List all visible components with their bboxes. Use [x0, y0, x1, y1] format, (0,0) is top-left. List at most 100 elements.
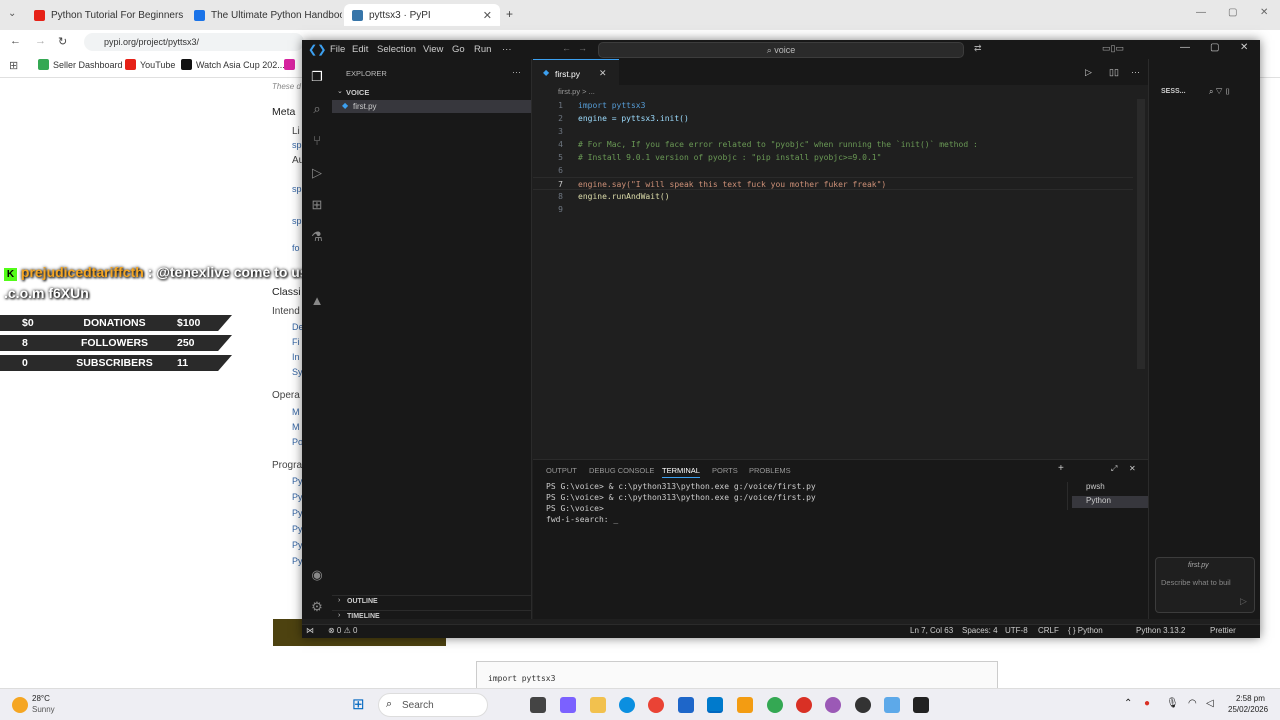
close-panel-icon[interactable]: ✕ [1129, 464, 1136, 473]
file-explorer-icon[interactable] [590, 697, 606, 713]
apps-grid-icon[interactable]: ⊞ [9, 59, 18, 72]
classifier-link[interactable]: M [292, 407, 300, 417]
menu-view[interactable]: View [423, 44, 443, 55]
vscode-taskbar-icon[interactable] [707, 697, 723, 713]
editor-scrollbar[interactable] [1137, 99, 1145, 369]
menu-selection[interactable]: Selection [377, 44, 416, 55]
maximize-panel-icon[interactable]: ⤢ [1111, 464, 1117, 474]
maximize-icon[interactable]: ▢ [1210, 42, 1219, 53]
source-control-icon[interactable]: ⑂ [309, 133, 325, 149]
browser-tab-python-tutorial[interactable]: Python Tutorial For Beginners i... ✕ [26, 4, 186, 26]
terminal-icon[interactable] [913, 697, 929, 713]
send-icon[interactable]: ▷ [1240, 596, 1247, 607]
command-center[interactable]: ⌕ voice [598, 42, 964, 58]
taskbar-search[interactable]: ⌕ Search [378, 693, 488, 717]
classifier-link[interactable]: Py [292, 508, 303, 518]
classifier-link[interactable]: Py [292, 492, 303, 502]
tab-ports[interactable]: PORTS [712, 466, 738, 475]
menu-go[interactable]: Go [452, 44, 465, 55]
minimize-icon[interactable]: — [1180, 42, 1190, 53]
address-bar[interactable]: pypi.org/project/pyttsx3/ [84, 33, 304, 51]
mic-icon[interactable]: 🎙 [1166, 698, 1179, 709]
close-tab-icon[interactable]: ✕ [483, 9, 492, 22]
start-button[interactable]: ⊞ [352, 697, 368, 713]
maximize-browser-button[interactable]: ▢ [1228, 7, 1237, 18]
code-lines[interactable]: 1 import pyttsx3 2 engine = pyttsx3.init()… [533, 99, 1133, 239]
close-tab-icon[interactable]: ✕ [599, 68, 607, 79]
meta-link[interactable]: fo [292, 243, 300, 253]
tab-problems[interactable]: PROBLEMS [749, 466, 791, 475]
forward-icon[interactable]: → [35, 35, 46, 47]
vlc-icon[interactable] [737, 697, 753, 713]
outline-section[interactable]: › OUTLINE [332, 595, 531, 607]
split-editor-icon[interactable]: ▯▯ [1109, 67, 1119, 78]
menu-file[interactable]: File [330, 44, 345, 55]
status-spaces[interactable]: Spaces: 4 [962, 626, 998, 635]
browser-tab-pyttsx3[interactable]: pyttsx3 · PyPI ✕ [344, 4, 500, 26]
layout-icon[interactable]: ▭▯▭ [1102, 43, 1124, 54]
classifier-link[interactable]: Py [292, 556, 303, 566]
explorer-icon[interactable]: ❐ [309, 69, 325, 85]
meta-link[interactable]: sp [292, 184, 302, 194]
classifier-link[interactable]: Sy [292, 367, 303, 377]
tab-debug-console[interactable]: DEBUG CONSOLE [589, 466, 654, 475]
new-terminal-icon[interactable]: + [1058, 463, 1064, 474]
timeline-section[interactable]: › TIMELINE [332, 610, 531, 622]
run-debug-icon[interactable]: ▷ [309, 165, 325, 181]
terminal-pwsh[interactable]: pwsh [1072, 482, 1148, 494]
status-problems[interactable]: ⊗ 0 ⚠ 0 [328, 626, 357, 635]
classifier-link[interactable]: M [292, 422, 300, 432]
more-actions-icon[interactable]: ··· [512, 67, 521, 77]
classifier-link[interactable]: Fi [292, 337, 300, 347]
obs-icon[interactable] [855, 697, 871, 713]
close-browser-button[interactable]: ✕ [1260, 7, 1268, 18]
chat-input[interactable]: first.py Describe what to buil ▷ [1155, 557, 1255, 613]
new-tab-button[interactable]: + [506, 7, 513, 21]
testing-icon[interactable]: ⚗ [309, 229, 325, 245]
classifier-link[interactable]: Py [292, 476, 303, 486]
meta-link[interactable]: sp [292, 140, 302, 150]
minimize-browser-button[interactable]: — [1196, 7, 1206, 18]
tab-first-py[interactable]: ◆ first.py ✕ [533, 59, 619, 85]
classifier-link[interactable]: In [292, 352, 300, 362]
nav-forward-icon[interactable]: → [578, 43, 587, 53]
clock-time[interactable]: 2:58 pm [1236, 694, 1265, 703]
chrome-icon[interactable] [648, 697, 664, 713]
chat-actions-icon[interactable]: ⌕ ▽ ▯ [1209, 87, 1231, 97]
bookmark-youtube[interactable]: YouTube [125, 59, 175, 70]
tray-chevron-icon[interactable]: ⌃ [1124, 698, 1132, 709]
menu-edit[interactable]: Edit [352, 44, 368, 55]
store-icon[interactable] [678, 697, 694, 713]
status-interpreter[interactable]: Python 3.13.2 [1136, 626, 1185, 635]
terminal-line[interactable]: fwd-i-search: _ [546, 515, 618, 524]
run-python-icon[interactable]: ▷ [1085, 67, 1092, 78]
settings-gear-icon[interactable]: ⚙ [309, 599, 325, 615]
tray-app-icon[interactable]: ● [1144, 698, 1150, 709]
tab-terminal[interactable]: TERMINAL [662, 466, 700, 478]
wifi-icon[interactable]: ◠ [1188, 698, 1197, 709]
deploy-icon[interactable]: ▲ [309, 293, 325, 309]
menu-more[interactable]: ··· [502, 44, 512, 55]
back-icon[interactable]: ← [10, 35, 21, 47]
menu-run[interactable]: Run [474, 44, 491, 55]
recording-icon[interactable] [796, 697, 812, 713]
account-icon[interactable]: ◉ [309, 567, 325, 583]
copilot-icon[interactable]: ⇄ [974, 43, 982, 54]
status-prettier[interactable]: Prettier [1210, 626, 1236, 635]
terminal-python[interactable]: Python [1072, 496, 1148, 508]
classifier-link[interactable]: Py [292, 524, 303, 534]
status-language[interactable]: { } Python [1068, 626, 1103, 635]
clock-date[interactable]: 25/02/2026 [1228, 705, 1268, 714]
file-first-py[interactable]: ◆ first.py [332, 100, 531, 113]
tab-list-icon[interactable]: ⌄ [8, 8, 16, 19]
status-encoding[interactable]: UTF-8 [1005, 626, 1028, 635]
chrome-profile-icon[interactable] [767, 697, 783, 713]
app-icon[interactable] [825, 697, 841, 713]
edge-icon[interactable] [619, 697, 635, 713]
browser-tab-handbook[interactable]: The Ultimate Python Handbook ✕ [186, 4, 342, 26]
bookmark-asia-cup[interactable]: Watch Asia Cup 202... [181, 59, 285, 70]
volume-icon[interactable]: ◁ [1206, 698, 1214, 709]
reload-icon[interactable]: ↻ [58, 35, 67, 48]
task-view-icon[interactable] [530, 697, 546, 713]
classifier-link[interactable]: Py [292, 540, 303, 550]
